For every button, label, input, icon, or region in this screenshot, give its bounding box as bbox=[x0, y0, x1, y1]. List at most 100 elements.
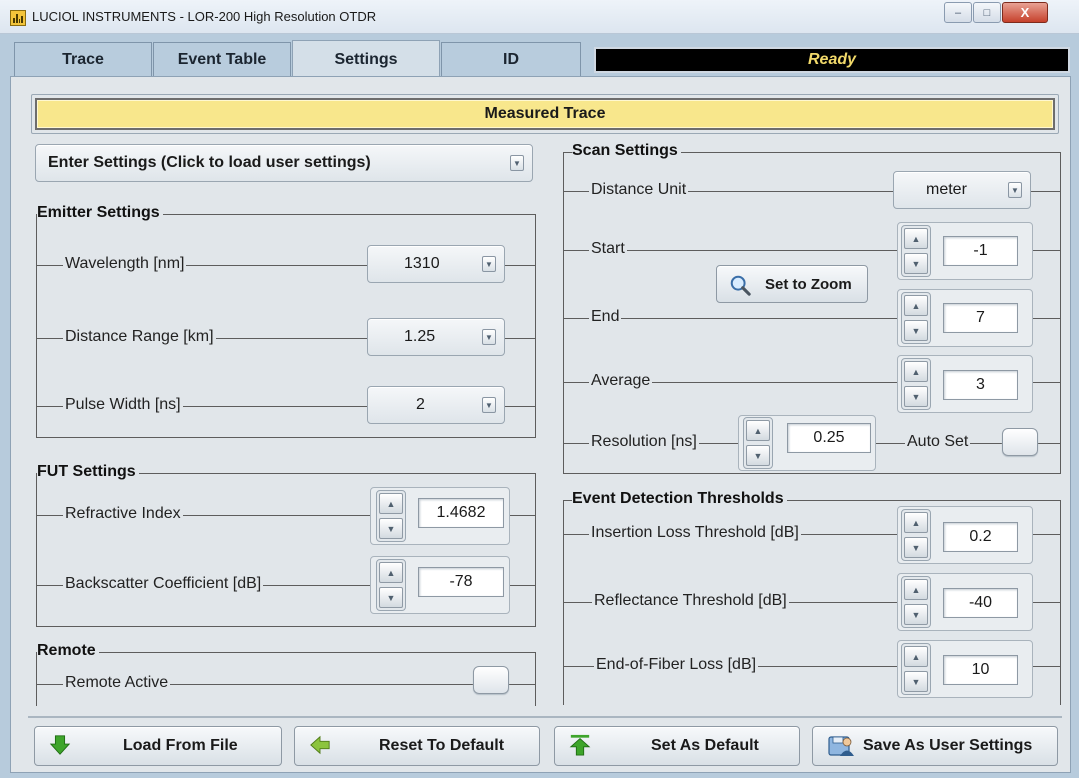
insertion-loss-label: Insertion Loss Threshold [dB] bbox=[589, 524, 801, 542]
insertion-loss-input[interactable]: 0.2 bbox=[943, 522, 1018, 552]
pulse-width-value: 2 bbox=[416, 396, 425, 413]
distance-unit-value: meter bbox=[926, 181, 967, 198]
arrow-up-icon bbox=[569, 734, 591, 756]
wavelength-dropdown[interactable]: 1310 ▼ bbox=[367, 245, 505, 283]
measured-trace-banner: Measured Trace bbox=[35, 98, 1055, 130]
divider bbox=[36, 652, 536, 653]
tab-label: Event Table bbox=[177, 50, 267, 68]
down-arrow-icon[interactable]: ▼ bbox=[379, 518, 403, 539]
average-label: Average bbox=[589, 372, 653, 390]
up-arrow-icon[interactable]: ▲ bbox=[904, 361, 928, 382]
end-input[interactable]: 7 bbox=[943, 303, 1018, 333]
up-arrow-icon[interactable]: ▲ bbox=[904, 512, 928, 533]
down-arrow-icon[interactable]: ▼ bbox=[904, 320, 928, 341]
start-label: Start bbox=[589, 240, 627, 258]
chevron-down-icon: ▼ bbox=[1008, 182, 1022, 198]
fut-settings-title: FUT Settings bbox=[37, 463, 139, 481]
chevron-down-icon: ▼ bbox=[510, 155, 524, 171]
down-arrow-icon[interactable]: ▼ bbox=[904, 537, 928, 558]
up-arrow-icon[interactable]: ▲ bbox=[904, 579, 928, 600]
distance-range-value: 1.25 bbox=[404, 328, 436, 345]
refractive-index-stepper[interactable]: ▲ ▼ bbox=[376, 490, 406, 542]
window-title: LUCIOL INSTRUMENTS - LOR-200 High Resolu… bbox=[32, 9, 377, 24]
tab-settings[interactable]: Settings bbox=[292, 40, 440, 78]
emitter-settings-title: Emitter Settings bbox=[37, 204, 163, 222]
reflectance-input[interactable]: -40 bbox=[943, 588, 1018, 618]
start-stepper[interactable]: ▲ ▼ bbox=[901, 225, 931, 277]
reset-to-default-button[interactable]: Reset To Default bbox=[294, 726, 540, 766]
tab-trace[interactable]: Trace bbox=[14, 42, 152, 76]
up-arrow-icon[interactable]: ▲ bbox=[379, 562, 403, 583]
up-arrow-icon[interactable]: ▲ bbox=[904, 295, 928, 316]
down-arrow-icon[interactable]: ▼ bbox=[904, 386, 928, 407]
status-bar: Ready bbox=[594, 47, 1070, 73]
down-arrow-icon[interactable]: ▼ bbox=[904, 604, 928, 625]
maximize-button[interactable]: □ bbox=[973, 2, 1001, 23]
enter-settings-dropdown[interactable]: Enter Settings (Click to load user setti… bbox=[35, 144, 533, 182]
reflectance-label: Reflectance Threshold [dB] bbox=[592, 592, 789, 610]
wavelength-label: Wavelength [nm] bbox=[63, 255, 187, 273]
auto-set-checkbox[interactable] bbox=[1002, 428, 1038, 456]
chevron-down-icon: ▼ bbox=[482, 256, 496, 272]
insertion-loss-stepper[interactable]: ▲ ▼ bbox=[901, 509, 931, 561]
pulse-width-label: Pulse Width [ns] bbox=[63, 396, 183, 414]
end-of-fiber-label: End-of-Fiber Loss [dB] bbox=[594, 656, 759, 674]
chevron-down-icon: ▼ bbox=[482, 329, 496, 345]
resolution-input[interactable]: 0.25 bbox=[787, 423, 871, 453]
down-arrow-icon[interactable]: ▼ bbox=[904, 253, 928, 274]
remote-active-checkbox[interactable] bbox=[473, 666, 509, 694]
magnifier-icon bbox=[730, 275, 751, 296]
backscatter-stepper[interactable]: ▲ ▼ bbox=[376, 559, 406, 611]
end-of-fiber-stepper[interactable]: ▲ ▼ bbox=[901, 643, 931, 695]
up-arrow-icon[interactable]: ▲ bbox=[379, 493, 403, 514]
up-arrow-icon[interactable]: ▲ bbox=[904, 228, 928, 249]
resolution-stepper[interactable]: ▲ ▼ bbox=[743, 417, 773, 469]
thresholds-title: Event Detection Thresholds bbox=[572, 490, 787, 508]
distance-range-dropdown[interactable]: 1.25 ▼ bbox=[367, 318, 505, 356]
oscilloscope-icon bbox=[10, 10, 26, 26]
up-arrow-icon[interactable]: ▲ bbox=[746, 420, 770, 441]
save-person-icon bbox=[828, 736, 854, 756]
backscatter-input[interactable]: -78 bbox=[418, 567, 504, 597]
down-arrow-icon[interactable]: ▼ bbox=[746, 445, 770, 466]
load-from-file-label: Load From File bbox=[123, 737, 238, 754]
remote-title: Remote bbox=[37, 642, 99, 660]
set-as-default-label: Set As Default bbox=[651, 737, 759, 754]
wavelength-value: 1310 bbox=[404, 255, 440, 272]
arrow-down-icon bbox=[49, 735, 71, 755]
tab-label: ID bbox=[503, 50, 519, 68]
average-input[interactable]: 3 bbox=[943, 370, 1018, 400]
distance-unit-label: Distance Unit bbox=[589, 181, 689, 199]
close-button[interactable]: X bbox=[1002, 2, 1048, 23]
set-to-zoom-button[interactable]: Set to Zoom bbox=[716, 265, 868, 303]
tab-label: Settings bbox=[334, 50, 398, 68]
tab-label: Trace bbox=[62, 50, 104, 68]
save-as-user-settings-button[interactable]: Save As User Settings bbox=[812, 726, 1058, 766]
distance-range-label: Distance Range [km] bbox=[63, 328, 216, 346]
down-arrow-icon[interactable]: ▼ bbox=[904, 671, 928, 692]
minimize-button[interactable]: – bbox=[944, 2, 972, 23]
reset-to-default-label: Reset To Default bbox=[379, 737, 505, 754]
resolution-label: Resolution [ns] bbox=[589, 433, 699, 451]
tab-id[interactable]: ID bbox=[441, 42, 581, 76]
title-bar: LUCIOL INSTRUMENTS - LOR-200 High Resolu… bbox=[0, 0, 1079, 34]
down-arrow-icon[interactable]: ▼ bbox=[379, 587, 403, 608]
refractive-index-label: Refractive Index bbox=[63, 505, 183, 523]
distance-unit-dropdown[interactable]: meter ▼ bbox=[893, 171, 1031, 209]
reflectance-stepper[interactable]: ▲ ▼ bbox=[901, 576, 931, 628]
average-stepper[interactable]: ▲ ▼ bbox=[901, 358, 931, 410]
set-as-default-button[interactable]: Set As Default bbox=[554, 726, 800, 766]
remote-active-label: Remote Active bbox=[63, 674, 171, 692]
end-label: End bbox=[589, 308, 622, 326]
refractive-index-input[interactable]: 1.4682 bbox=[418, 498, 504, 528]
up-arrow-icon[interactable]: ▲ bbox=[904, 646, 928, 667]
end-stepper[interactable]: ▲ ▼ bbox=[901, 292, 931, 344]
set-to-zoom-label: Set to Zoom bbox=[765, 275, 852, 293]
tab-event-table[interactable]: Event Table bbox=[153, 42, 291, 76]
pulse-width-dropdown[interactable]: 2 ▼ bbox=[367, 386, 505, 424]
end-of-fiber-input[interactable]: 10 bbox=[943, 655, 1018, 685]
load-from-file-button[interactable]: Load From File bbox=[34, 726, 282, 766]
scan-settings-title: Scan Settings bbox=[572, 142, 681, 160]
start-input[interactable]: -1 bbox=[943, 236, 1018, 266]
backscatter-label: Backscatter Coefficient [dB] bbox=[63, 575, 264, 593]
